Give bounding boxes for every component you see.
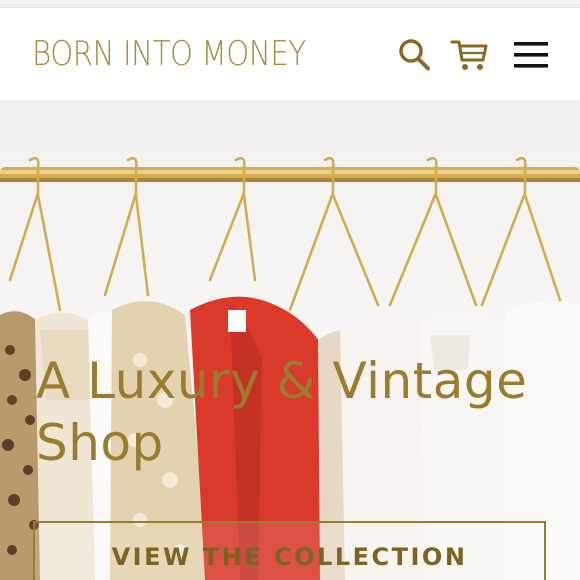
brand-logo[interactable]: BORN INTO MONEY	[32, 34, 306, 74]
cart-icon	[450, 40, 488, 70]
view-collection-label: VIEW THE COLLECTION	[111, 543, 468, 571]
cart-button[interactable]	[450, 36, 488, 76]
search-icon	[399, 39, 430, 71]
hero-headline-line2: Shop	[36, 414, 164, 472]
view-collection-button[interactable]: VIEW THE COLLECTION	[33, 521, 546, 580]
menu-button[interactable]	[512, 40, 550, 72]
top-divider	[0, 0, 580, 8]
hero-banner: A Luxury & Vintage Shop VIEW THE COLLECT…	[0, 100, 580, 580]
site-header: BORN INTO MONEY	[0, 8, 580, 100]
hamburger-menu-icon	[514, 42, 548, 68]
clothing-rack-image	[0, 156, 580, 580]
hero-headline-line1: A Luxury & Vintage	[36, 352, 528, 410]
hero-headline: A Luxury & Vintage Shop	[36, 350, 576, 474]
search-button[interactable]	[398, 36, 432, 76]
